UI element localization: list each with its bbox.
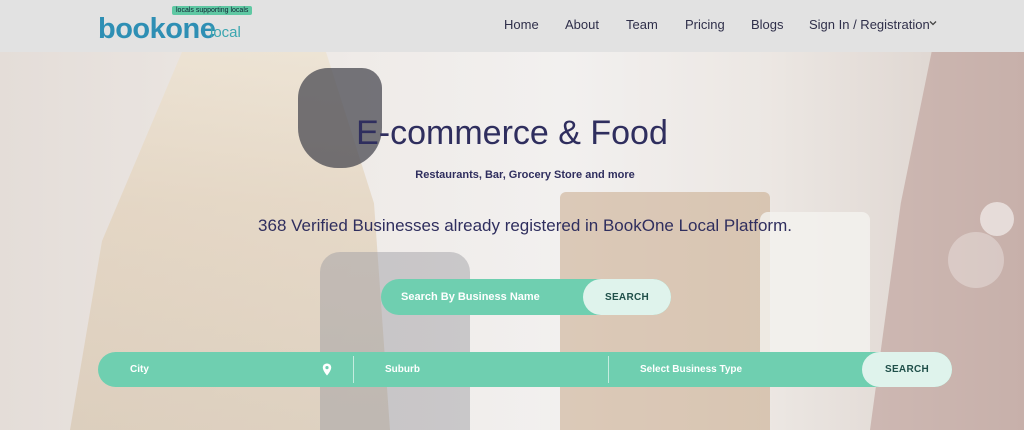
suburb-field[interactable]: Suburb — [385, 352, 420, 387]
nav-pricing[interactable]: Pricing — [685, 17, 725, 32]
verified-business-count: 368 Verified Businesses already register… — [258, 216, 792, 235]
hero-subtitle: Restaurants, Bar, Grocery Store and more — [415, 169, 635, 181]
bookone-local-logo[interactable]: locals supporting locals bookone local — [98, 6, 258, 46]
nav-team[interactable]: Team — [626, 17, 658, 32]
nav-about[interactable]: About — [565, 17, 599, 32]
filter-search-button[interactable]: SEARCH — [862, 352, 952, 387]
business-name-input[interactable] — [401, 279, 581, 315]
nav-sign-in-registration[interactable]: Sign In / Registration — [809, 17, 930, 32]
chevron-down-icon[interactable] — [928, 18, 938, 28]
hero-section: E-commerce & Food Restaurants, Bar, Groc… — [0, 52, 1024, 430]
hero-title: E-commerce & Food — [356, 114, 668, 152]
business-name-search-bar: SEARCH — [381, 279, 671, 315]
nav-blogs[interactable]: Blogs — [751, 17, 784, 32]
hero-background-bokeh — [948, 232, 1004, 288]
map-pin-icon[interactable] — [322, 363, 332, 376]
logo-sub-text: local — [210, 24, 241, 41]
business-filter-bar: City Suburb Select Business Type SEARCH — [98, 352, 952, 387]
city-field[interactable]: City — [130, 352, 149, 387]
business-type-select[interactable]: Select Business Type — [640, 352, 742, 387]
filter-divider — [353, 356, 354, 383]
logo-main-text: bookone — [98, 13, 216, 45]
filter-divider — [608, 356, 609, 383]
name-search-button[interactable]: SEARCH — [583, 279, 671, 315]
site-header: locals supporting locals bookone local H… — [0, 0, 1024, 52]
nav-home[interactable]: Home — [504, 17, 539, 32]
